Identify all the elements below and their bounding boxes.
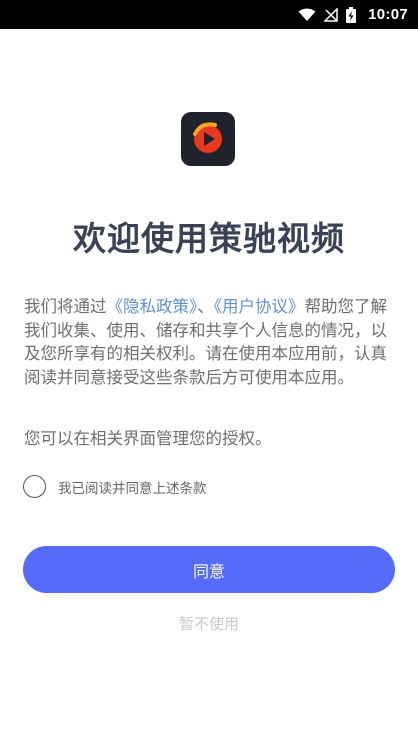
authorization-note: 您可以在相关界面管理您的授权。	[24, 429, 272, 448]
privacy-intro-text: 我们将通过《隐私政策》、《用户协议》帮助您了解我们收集、使用、储存和共享个人信息…	[24, 295, 396, 389]
agree-terms-row[interactable]: 我已阅读并同意上述条款	[23, 475, 207, 498]
welcome-title: 欢迎使用策驰视频	[73, 219, 345, 258]
agree-checkbox-label: 我已阅读并同意上述条款	[58, 480, 207, 497]
intro-separator: 、	[197, 297, 214, 316]
battery-charging-icon	[346, 6, 357, 23]
clock-time: 10:07	[368, 6, 408, 23]
intro-text-before: 我们将通过	[24, 297, 107, 316]
agree-checkbox[interactable]	[23, 475, 46, 498]
wifi-icon	[298, 8, 316, 22]
user-agreement-link[interactable]: 《用户协议》	[214, 297, 305, 316]
decline-button[interactable]: 暂不使用	[0, 613, 418, 634]
no-signal-icon	[324, 7, 338, 22]
status-bar: 10:07	[0, 0, 418, 29]
agree-button[interactable]: 同意	[23, 546, 395, 593]
play-logo-icon	[181, 112, 235, 166]
privacy-policy-link[interactable]: 《隐私政策》	[107, 297, 198, 316]
